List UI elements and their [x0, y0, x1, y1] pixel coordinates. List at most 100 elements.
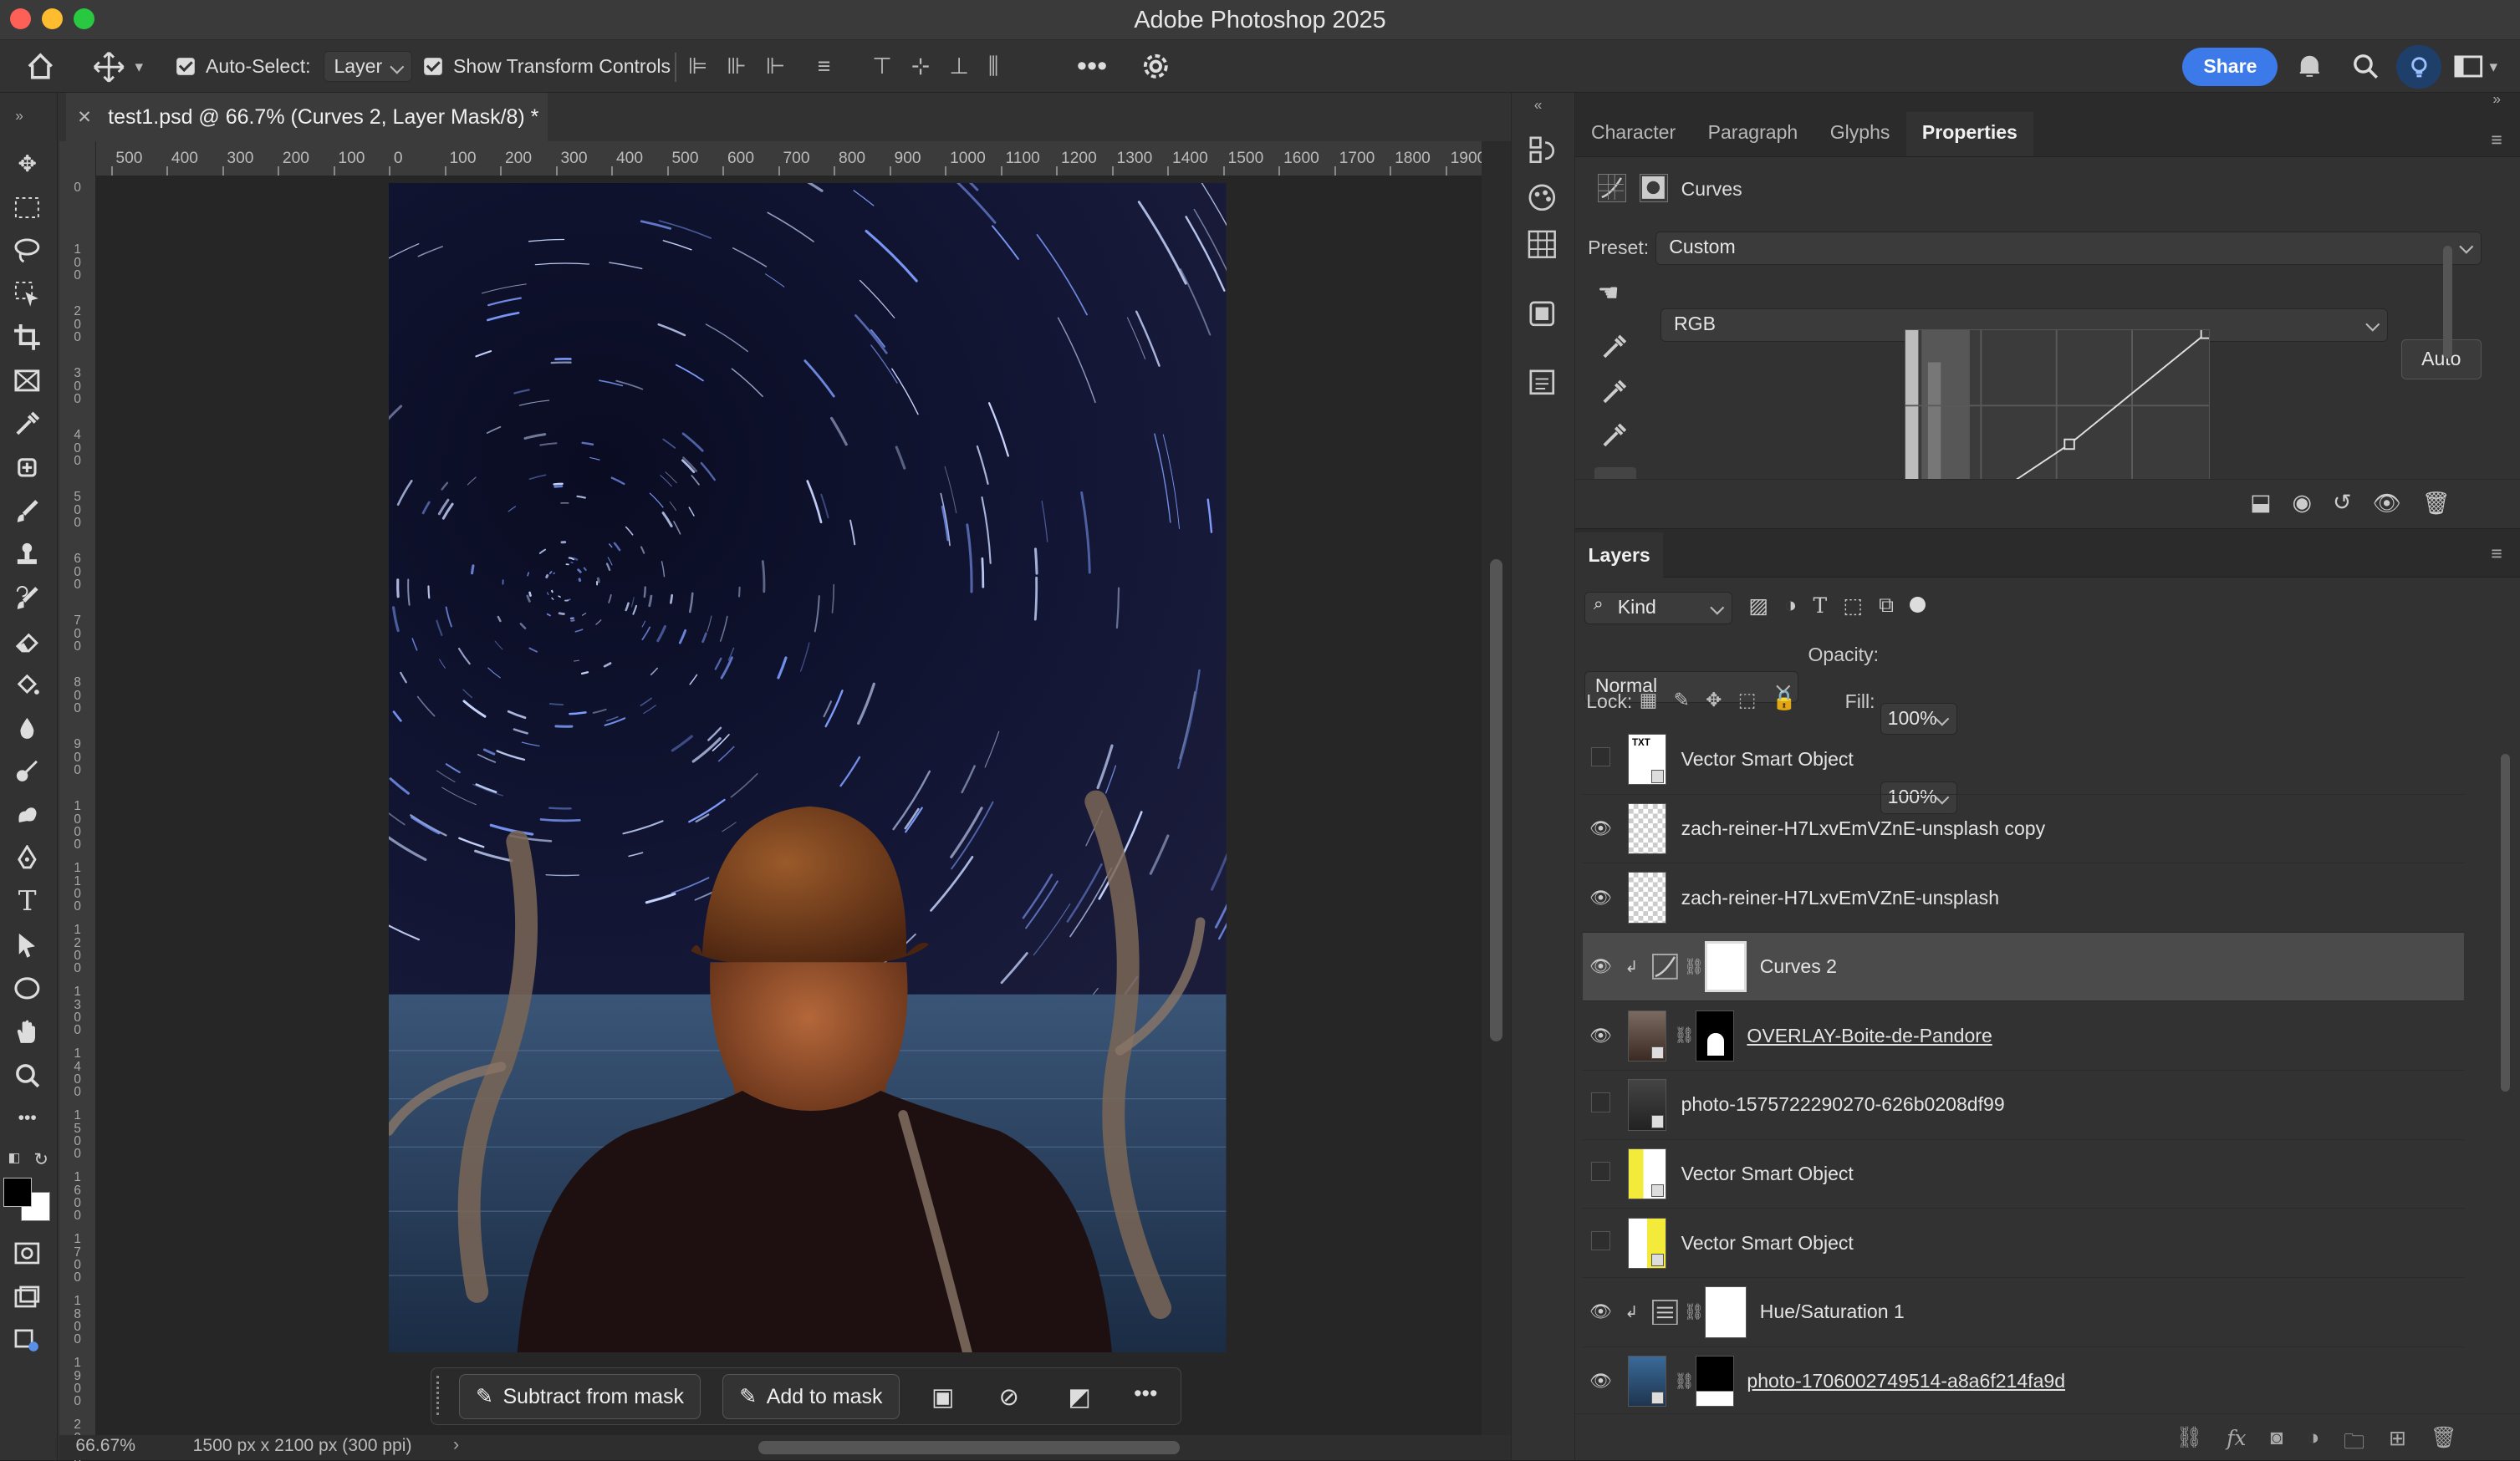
- tab-layers[interactable]: Layers: [1574, 532, 1664, 578]
- scrollbar-thumb[interactable]: [1489, 558, 1503, 1041]
- layer-row[interactable]: photo-1575722290270-626b0208df99: [1583, 1071, 2464, 1140]
- show-transform-checkbox[interactable]: [424, 58, 442, 76]
- notes-panel-icon[interactable]: [1528, 368, 1557, 404]
- color-panel-icon[interactable]: [1528, 183, 1557, 219]
- tab-character[interactable]: Character: [1575, 121, 1692, 156]
- lock-image-pixels-icon[interactable]: ✎: [1674, 689, 1690, 711]
- auto-select-dropdown[interactable]: Layer: [323, 51, 412, 83]
- frame-tool-icon[interactable]: [8, 363, 47, 398]
- align-center-icon[interactable]: ⊪: [727, 53, 746, 79]
- workspace-icon[interactable]: ▾: [2454, 40, 2497, 93]
- foreground-color-swatch[interactable]: [3, 1177, 33, 1207]
- ellipse-tool-icon[interactable]: [8, 970, 47, 1005]
- align-right-icon[interactable]: ⊩: [766, 53, 785, 79]
- new-group-icon[interactable]: 🗀: [2344, 1426, 2364, 1461]
- layer-row[interactable]: Vector Smart Object: [1583, 1209, 2464, 1279]
- targeted-adjustment-hand-icon[interactable]: ☚: [1598, 278, 1620, 308]
- vertical-scrollbar[interactable]: [1482, 141, 1511, 1435]
- layer-row[interactable]: 👁 zach-reiner-H7LxvEmVZnE-unsplash copy: [1583, 795, 2464, 864]
- gray-point-eyedropper-icon[interactable]: [1601, 379, 1627, 412]
- hand-tool-icon[interactable]: [8, 1014, 47, 1049]
- status-menu-arrow[interactable]: ›: [453, 1435, 459, 1455]
- lock-artboard-icon[interactable]: ⬚: [1738, 689, 1757, 711]
- eye-icon[interactable]: 👁: [1583, 1026, 1618, 1046]
- align-bottom-icon[interactable]: ⊥: [949, 53, 968, 79]
- layers-scrollbar[interactable]: [2500, 754, 2511, 1092]
- disable-mask-icon[interactable]: ⊘: [999, 1382, 1019, 1412]
- gear-icon[interactable]: [1141, 40, 1171, 93]
- blur-tool-icon[interactable]: [8, 710, 47, 746]
- link-icon[interactable]: ⛓: [1683, 957, 1706, 977]
- libraries-panel-icon[interactable]: [1528, 299, 1557, 335]
- chevron-down-icon[interactable]: ▾: [2489, 57, 2497, 77]
- screen-mode-icon[interactable]: [8, 1279, 47, 1314]
- default-colors-icon[interactable]: ◧: [8, 1150, 21, 1166]
- brush-tool-icon[interactable]: [8, 493, 47, 528]
- layer-row[interactable]: 👁 ⛓ photo-1706002749514-a8a6f214fa9d: [1583, 1347, 2463, 1413]
- quick-mask-icon[interactable]: [8, 1235, 47, 1270]
- horizontal-scrollbar-thumb[interactable]: [758, 1441, 1180, 1454]
- adjustment-filter-icon[interactable]: ◑: [1784, 593, 1797, 619]
- trash-icon[interactable]: 🗑: [2431, 1426, 2457, 1461]
- drag-handle[interactable]: [436, 1376, 446, 1415]
- reset-icon[interactable]: ↺: [2333, 490, 2352, 517]
- search-icon[interactable]: [2351, 40, 2380, 93]
- chevron-down-icon[interactable]: ▾: [135, 57, 143, 77]
- document-image[interactable]: [389, 183, 1227, 1353]
- link-icon[interactable]: ⛓: [1673, 1372, 1696, 1392]
- bell-icon[interactable]: [2295, 40, 2324, 93]
- discover-lightbulb-icon[interactable]: [2396, 44, 2441, 89]
- marquee-tool-icon[interactable]: [8, 190, 47, 225]
- filter-kind-dropdown[interactable]: ⌕ Kind: [1584, 592, 1733, 624]
- preset-dropdown[interactable]: Custom: [1655, 231, 2482, 266]
- type-filter-icon[interactable]: T: [1813, 593, 1827, 619]
- add-to-mask-button[interactable]: ✎ Add to mask: [722, 1374, 900, 1420]
- curves-graph[interactable]: [1904, 329, 2210, 482]
- move-tool-icon[interactable]: ✥: [8, 146, 47, 181]
- panel-menu-icon[interactable]: ≡: [2491, 129, 2502, 151]
- eraser-tool-icon[interactable]: [8, 624, 47, 659]
- auto-button[interactable]: Auto: [2400, 339, 2482, 379]
- add-mask-icon[interactable]: ◙: [2270, 1426, 2283, 1461]
- lock-transparency-icon[interactable]: ▦: [1640, 689, 1658, 711]
- tab-properties[interactable]: Properties: [1905, 111, 2034, 157]
- layer-mask-thumbnail[interactable]: [1705, 940, 1747, 993]
- crop-tool-icon[interactable]: [8, 320, 47, 355]
- clip-to-layer-icon[interactable]: ⬓: [2250, 490, 2271, 517]
- view-mask-icon[interactable]: ◩: [1068, 1382, 1090, 1412]
- layer-row[interactable]: 👁 ↲ ⛓ Hue/Saturation 1: [1583, 1278, 2464, 1347]
- smudge-tool-icon[interactable]: [8, 797, 47, 832]
- layer-mask-icon[interactable]: [1639, 173, 1669, 203]
- layer-row[interactable]: 👁 zach-reiner-H7LxvEmVZnE-unsplash: [1583, 863, 2464, 933]
- share-button[interactable]: Share: [2182, 47, 2278, 86]
- edit-toolbar-icon[interactable]: [8, 1322, 47, 1357]
- eye-icon[interactable]: 👁: [1583, 956, 1618, 977]
- layer-style-fx-icon[interactable]: fx: [2227, 1426, 2246, 1461]
- align-top-icon[interactable]: ⊤: [872, 53, 891, 79]
- layer-row[interactable]: TXT Vector Smart Object: [1583, 725, 2464, 795]
- auto-select-checkbox[interactable]: [176, 58, 195, 76]
- document-tab[interactable]: ✕ test1.psd @ 66.7% (Curves 2, Layer Mas…: [65, 93, 548, 142]
- layer-row-selected[interactable]: 👁 ↲ ⛓ Curves 2: [1583, 932, 2464, 1002]
- lock-all-icon[interactable]: 🔒: [1773, 689, 1797, 711]
- new-adjustment-layer-icon[interactable]: ◑: [2307, 1426, 2319, 1461]
- link-icon[interactable]: ⛓: [1673, 1026, 1696, 1046]
- move-tool-icon[interactable]: ▾: [93, 40, 143, 93]
- zoom-level[interactable]: 66.67%: [75, 1436, 135, 1456]
- align-left-icon[interactable]: ⊫: [688, 53, 707, 79]
- tab-paragraph[interactable]: Paragraph: [1691, 121, 1813, 156]
- black-point-eyedropper-icon[interactable]: [1601, 334, 1627, 367]
- white-point-eyedropper-icon[interactable]: [1601, 423, 1627, 456]
- align-middle-icon[interactable]: ⊹: [911, 53, 931, 79]
- curves-adjustment-icon[interactable]: [1597, 173, 1627, 203]
- eye-icon[interactable]: 👁: [1583, 1371, 1618, 1392]
- smart-object-filter-icon[interactable]: ⧉: [1879, 593, 1894, 619]
- eyedropper-tool-icon[interactable]: [8, 406, 47, 441]
- home-icon[interactable]: [26, 40, 55, 93]
- link-layers-icon[interactable]: ⛓: [2176, 1426, 2203, 1461]
- zoom-tool-icon[interactable]: [8, 1057, 47, 1092]
- lasso-tool-icon[interactable]: [8, 233, 47, 268]
- swatches-panel-icon[interactable]: [1528, 230, 1557, 266]
- more-tools-icon[interactable]: •••: [8, 1101, 47, 1136]
- path-selection-icon[interactable]: [8, 927, 47, 962]
